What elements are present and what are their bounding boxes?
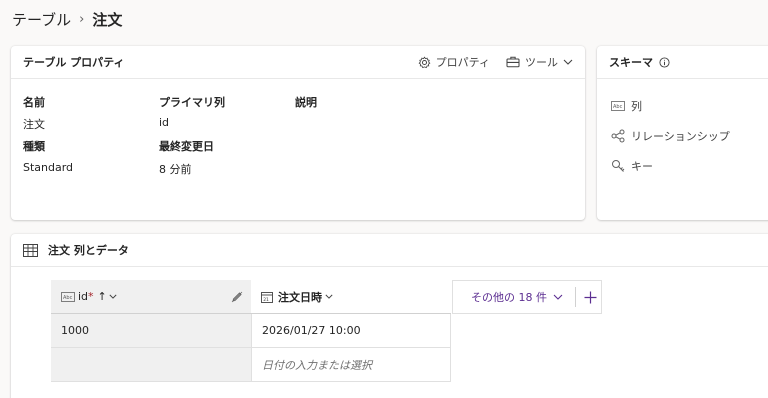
tools-button-label: ツール xyxy=(525,56,558,69)
columns-and-data-header: 注文 列とデータ xyxy=(11,234,768,267)
divider xyxy=(575,287,576,307)
key-icon xyxy=(612,160,625,172)
chevron-down-icon[interactable] xyxy=(325,294,333,299)
chevron-right-icon: › xyxy=(79,12,85,27)
info-icon[interactable] xyxy=(659,56,670,68)
pencil-off-icon xyxy=(231,291,243,302)
schema-card: スキーマ Abc 列 リレーションシップ キー xyxy=(597,46,768,220)
breadcrumb: テーブル › 注文 xyxy=(12,9,122,30)
chevron-down-icon[interactable] xyxy=(109,294,117,299)
properties-button-label: プロパティ xyxy=(435,56,490,69)
schema-keys-label: キー xyxy=(631,160,653,173)
text-column-icon: Abc xyxy=(611,101,625,111)
columns-and-data-card: 注文 列とデータ Abc id * ↑ 21 注文日時 その他の 18 件 10… xyxy=(11,234,768,398)
breadcrumb-current: 注文 xyxy=(92,11,123,29)
properties-button[interactable]: プロパティ xyxy=(418,54,490,70)
schema-relationships-link[interactable]: リレーションシップ xyxy=(611,128,730,144)
row-1-date-value: 2026/01/27 10:00 xyxy=(262,324,361,337)
add-column-icon[interactable] xyxy=(584,291,597,304)
more-columns-dropdown[interactable]: その他の 18 件 xyxy=(453,289,563,305)
column-header-id[interactable]: Abc id * ↑ xyxy=(51,280,251,314)
primary-column-label: プライマリ列 xyxy=(159,96,225,109)
schema-title: スキーマ xyxy=(609,56,653,69)
table-properties-card: テーブル プロパティ プロパティ ツール 名前 プライマリ列 説明 注文 id … xyxy=(11,46,585,220)
type-value: Standard xyxy=(23,161,74,174)
schema-columns-label: 列 xyxy=(631,100,642,113)
schema-columns-link[interactable]: Abc 列 xyxy=(611,98,642,114)
column-header-id-label: id xyxy=(78,290,89,303)
text-column-icon: Abc xyxy=(61,291,75,302)
tools-dropdown[interactable]: ツール xyxy=(506,54,573,70)
schema-header: スキーマ xyxy=(597,46,768,79)
last-modified-value: 8 分前 xyxy=(159,163,192,176)
schema-keys-link[interactable]: キー xyxy=(611,158,653,174)
date-input-field[interactable]: 日付の入力または選択 xyxy=(251,348,451,382)
row-1-id-value: 1000 xyxy=(61,324,89,337)
name-label: 名前 xyxy=(23,96,45,109)
columns-and-data-title: 注文 列とデータ xyxy=(48,244,129,257)
column-header-order-date-label: 注文日時 xyxy=(278,290,322,304)
table-properties-header: テーブル プロパティ プロパティ ツール xyxy=(11,46,585,79)
name-value: 注文 xyxy=(23,118,45,131)
gear-icon xyxy=(418,56,431,68)
primary-column-value: id xyxy=(159,116,170,129)
relationship-icon xyxy=(611,129,625,143)
table-row-1-id-cell[interactable]: 1000 xyxy=(51,314,251,348)
toolbox-icon xyxy=(506,56,520,68)
description-label: 説明 xyxy=(295,96,317,109)
more-columns-label: その他の 18 件 xyxy=(471,291,547,304)
breadcrumb-tables-link[interactable]: テーブル xyxy=(12,9,71,30)
schema-relationships-label: リレーションシップ xyxy=(631,130,730,143)
required-marker: * xyxy=(88,290,94,303)
chevron-down-icon xyxy=(563,59,573,65)
table-icon xyxy=(23,243,38,257)
svg-text:21: 21 xyxy=(263,297,269,303)
calendar-icon: 21 xyxy=(261,291,273,303)
sort-ascending-icon: ↑ xyxy=(97,290,107,303)
column-header-order-date[interactable]: 21 注文日時 xyxy=(251,280,451,314)
more-columns-bar: その他の 18 件 xyxy=(452,280,602,314)
table-row-new-id-cell[interactable] xyxy=(51,348,251,382)
last-modified-label: 最終変更日 xyxy=(159,140,214,153)
table-row-1-date-cell[interactable]: 2026/01/27 10:00 xyxy=(251,314,451,348)
type-label: 種類 xyxy=(23,140,45,153)
svg-text:Abc: Abc xyxy=(613,104,623,110)
chevron-down-icon xyxy=(553,294,563,300)
svg-text:Abc: Abc xyxy=(63,295,73,301)
table-properties-title: テーブル プロパティ xyxy=(23,56,125,69)
date-input-placeholder: 日付の入力または選択 xyxy=(262,358,372,372)
